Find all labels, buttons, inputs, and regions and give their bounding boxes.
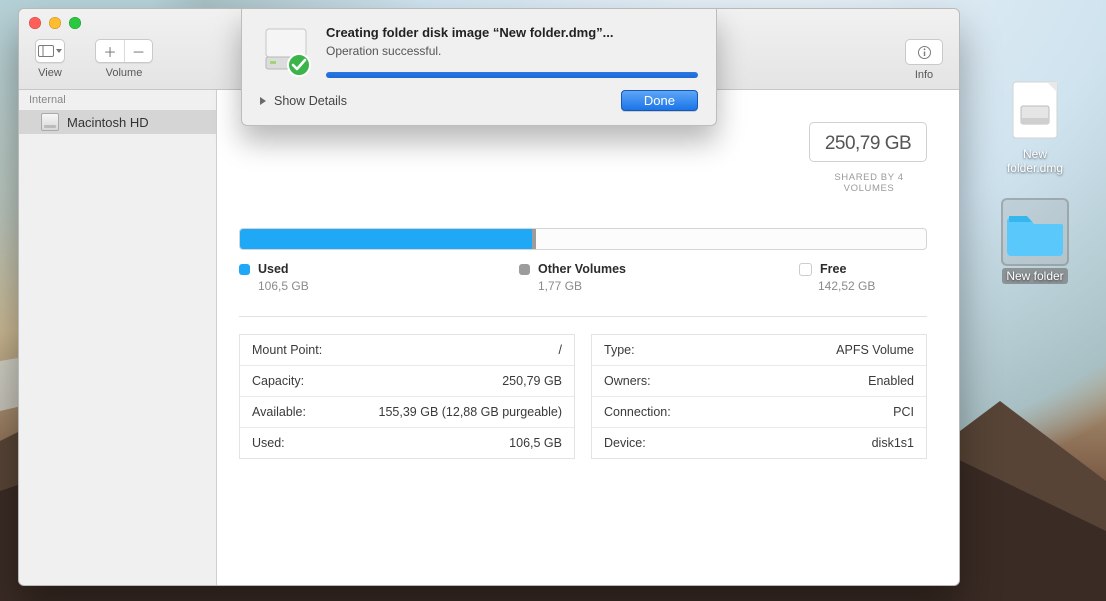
detail-row: Type: APFS Volume <box>592 335 926 365</box>
desktop-item-dmg[interactable]: New folder.dmg <box>992 78 1078 176</box>
sheet-title: Creating folder disk image “New folder.d… <box>326 25 698 40</box>
sidebar-icon <box>38 45 54 57</box>
detail-row: Owners: Enabled <box>592 365 926 396</box>
volume-add-button[interactable]: ＋ <box>96 40 124 62</box>
desktop-item-label: New folder <box>1002 268 1067 284</box>
progress-sheet: Creating folder disk image “New folder.d… <box>241 9 717 126</box>
toolbar-label: View <box>38 67 62 79</box>
sidebar-item-label: Macintosh HD <box>67 115 149 130</box>
drive-success-icon <box>260 25 312 77</box>
legend-value: 142,52 GB <box>818 279 959 293</box>
swatch-icon <box>799 263 812 276</box>
legend-label: Used <box>258 262 289 276</box>
legend-label: Free <box>820 262 846 276</box>
plus-icon: ＋ <box>103 42 116 61</box>
desktop-item-folder[interactable]: New folder <box>992 200 1078 284</box>
detail-key: Capacity: <box>252 374 304 388</box>
show-details-toggle[interactable]: Show Details <box>260 94 347 108</box>
info-icon <box>917 45 932 60</box>
detail-row: Connection: PCI <box>592 396 926 427</box>
detail-value: Enabled <box>868 374 914 388</box>
chevron-down-icon <box>56 49 62 53</box>
detail-value: / <box>559 343 562 357</box>
sheet-subtitle: Operation successful. <box>326 44 698 58</box>
disclosure-triangle-icon <box>260 97 266 105</box>
details-grid: Mount Point: / Capacity: 250,79 GB Availab… <box>239 334 927 459</box>
detail-value: 155,39 GB (12,88 GB purgeable) <box>379 405 562 419</box>
progress-bar <box>326 72 698 78</box>
toolbar-label: Info <box>915 69 933 81</box>
detail-row: Used: 106,5 GB <box>240 427 574 458</box>
detail-row: Mount Point: / <box>240 335 574 365</box>
done-button[interactable]: Done <box>621 90 698 111</box>
detail-key: Available: <box>252 405 306 419</box>
divider <box>239 316 927 317</box>
detail-row: Device: disk1s1 <box>592 427 926 458</box>
detail-value: PCI <box>893 405 914 419</box>
detail-key: Used: <box>252 436 285 450</box>
detail-key: Type: <box>604 343 635 357</box>
legend-value: 1,77 GB <box>538 279 679 293</box>
toolbar-volume: ＋ － Volume <box>95 39 153 79</box>
toolbar-view: View <box>35 39 65 79</box>
detail-value: 106,5 GB <box>509 436 562 450</box>
usage-segment-used <box>240 229 532 249</box>
detail-key: Owners: <box>604 374 651 388</box>
detail-key: Connection: <box>604 405 671 419</box>
desktop-item-label: New folder.dmg <box>992 146 1078 176</box>
volume-remove-button[interactable]: － <box>124 40 152 62</box>
legend-free: Free 142,52 GB <box>799 262 959 293</box>
detail-value: 250,79 GB <box>502 374 562 388</box>
desktop: New folder.dmg New folder Disk Utility <box>0 0 1106 601</box>
capacity-box: 250,79 GB <box>809 122 927 162</box>
legend-label: Other Volumes <box>538 262 626 276</box>
legend-other: Other Volumes 1,77 GB <box>519 262 679 293</box>
folder-icon <box>1003 200 1067 264</box>
disk-utility-window: Disk Utility View ＋ <box>18 8 960 586</box>
detail-row: Available: 155,39 GB (12,88 GB purgeable) <box>240 396 574 427</box>
main-panel: 250,79 GB SHARED BY 4 VOLUMES Used 106,5… <box>217 90 959 585</box>
usage-section: Used 106,5 GB Other Volumes 1,77 GB Free… <box>239 228 927 293</box>
internal-disk-icon <box>41 113 59 131</box>
swatch-icon <box>239 264 250 275</box>
detail-value: disk1s1 <box>872 436 914 450</box>
info-button[interactable] <box>905 39 943 65</box>
legend-value: 106,5 GB <box>258 279 399 293</box>
capacity-subtitle: SHARED BY 4 VOLUMES <box>811 172 927 194</box>
detail-value: APFS Volume <box>836 343 914 357</box>
sidebar: Internal Macintosh HD <box>19 90 217 585</box>
swatch-icon <box>519 264 530 275</box>
detail-row: Capacity: 250,79 GB <box>240 365 574 396</box>
detail-key: Device: <box>604 436 646 450</box>
usage-bar <box>239 228 927 250</box>
sidebar-section-header: Internal <box>19 90 216 110</box>
legend-used: Used 106,5 GB <box>239 262 399 293</box>
usage-segment-other <box>532 229 537 249</box>
details-col-left: Mount Point: / Capacity: 250,79 GB Availab… <box>239 334 575 459</box>
details-col-right: Type: APFS Volume Owners: Enabled Connecti… <box>591 334 927 459</box>
dmg-file-icon <box>1003 78 1067 142</box>
toolbar-label: Volume <box>106 67 143 79</box>
show-details-label: Show Details <box>274 94 347 108</box>
view-button[interactable] <box>36 40 64 62</box>
detail-key: Mount Point: <box>252 343 322 357</box>
sidebar-item-macintosh-hd[interactable]: Macintosh HD <box>19 110 216 134</box>
minus-icon: － <box>132 42 145 61</box>
capacity-value: 250,79 GB <box>810 133 926 155</box>
